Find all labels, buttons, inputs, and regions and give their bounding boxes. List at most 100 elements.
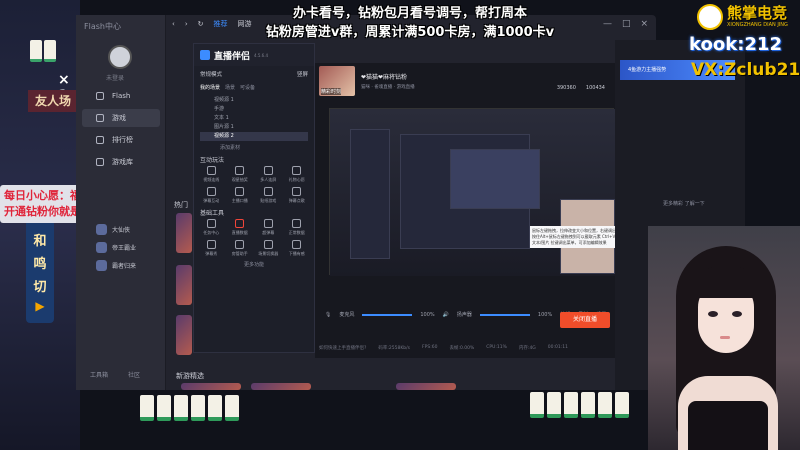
- tool-lottery[interactable]: 观星抽奖: [226, 166, 255, 183]
- tool-task-center[interactable]: 任务中心: [197, 219, 226, 236]
- stop-live-button[interactable]: 关闭直播: [560, 312, 610, 328]
- game-action-panel[interactable]: 和 鸣 切 ▶: [26, 220, 54, 323]
- room-subtitle: 猫咪 · 雀魂直播 · 游戏直播: [361, 84, 415, 90]
- scene-source-list: 视频源 1 手游 文本 1 图片源 1 视频源 2: [200, 96, 308, 141]
- tab-device[interactable]: 可设备: [240, 84, 255, 91]
- avatar[interactable]: [108, 45, 132, 69]
- tool-video-link[interactable]: 视频连线: [197, 166, 226, 183]
- tool-danmaku-show[interactable]: 弹幕秀: [197, 240, 226, 257]
- live-duration: 00:01:11: [547, 345, 569, 350]
- mic-label: 麦克风: [339, 312, 355, 318]
- drag-hint-tooltip: 鼠标左键拖拽，拉伸改变大小和位置，右键调出菜单 按住Alt+鼠标左键拖拽到可以截…: [530, 226, 626, 248]
- switch-icon: [263, 240, 273, 249]
- add-source-button[interactable]: 添加素材: [194, 144, 314, 151]
- shield-icon: [235, 240, 245, 249]
- action-hu[interactable]: 和: [26, 230, 54, 249]
- mode-label[interactable]: 常规模式: [200, 70, 222, 78]
- tool-song-request[interactable]: 弹幕点歌: [283, 187, 312, 204]
- mic-icon[interactable]: 🎙: [325, 312, 331, 318]
- nav-item-library[interactable]: 游戏库: [82, 153, 160, 171]
- room-cover[interactable]: 精彩时刻: [319, 65, 355, 96]
- game-thumbnail[interactable]: [176, 265, 192, 305]
- minimize-icon[interactable]: —: [603, 19, 612, 29]
- list-item[interactable]: 霸者归来: [96, 256, 156, 274]
- game-thumbnail[interactable]: [396, 383, 456, 390]
- game-thumbnail[interactable]: [176, 315, 192, 355]
- tab-recommended[interactable]: 推荐: [214, 19, 228, 29]
- forward-arrow-icon[interactable]: ›: [185, 20, 188, 28]
- action-ming[interactable]: 鸣: [26, 253, 54, 272]
- room-info-bar: 精彩时刻 ❤猫猫❤麻将钻粉 猫咪 · 雀魂直播 · 游戏直播: [315, 63, 615, 98]
- nav-item-ranking[interactable]: 排行榜: [82, 131, 160, 149]
- source-item[interactable]: 文本 1: [200, 114, 308, 123]
- nav-item-flash[interactable]: Flash: [82, 87, 160, 105]
- tool-room-admin[interactable]: 房管助手: [226, 240, 255, 257]
- tab-my-scene[interactable]: 我的场景: [200, 84, 220, 91]
- kook-id: kook:212: [689, 34, 782, 55]
- source-item[interactable]: 视频源 1: [200, 96, 308, 105]
- toolbox-button[interactable]: 工具箱: [90, 370, 108, 379]
- hand-tiles-right[interactable]: [530, 392, 629, 418]
- brand-overlay: 熊掌电竞 XIONGZHANG DIAN JING kook:212 VX:Zc…: [675, 0, 800, 95]
- mahjong-tiles: [30, 40, 56, 62]
- community-button[interactable]: 社区: [128, 370, 140, 379]
- close-icon[interactable]: ×: [640, 19, 648, 29]
- game-icon: [96, 223, 107, 235]
- preview-canvas[interactable]: 鼠标左键拖拽，拉伸改变大小和位置，右键调出菜单 按住Alt+鼠标左键拖拽到可以截…: [329, 108, 626, 276]
- mic-volume-slider[interactable]: [362, 313, 413, 316]
- tab-scene[interactable]: 场景: [225, 84, 235, 91]
- game-thumbnail[interactable]: [251, 383, 311, 390]
- mic-volume-value: 100%: [420, 311, 435, 318]
- promo-note[interactable]: 更多精彩 了解一下: [663, 200, 705, 207]
- help-link[interactable]: 如何快速上手直播伴侣?: [319, 345, 366, 351]
- list-item[interactable]: 大仙侠: [96, 220, 156, 238]
- mode-selector[interactable]: 常规模式 竖屏: [194, 66, 314, 82]
- new-games-label: 新游精选: [176, 372, 204, 380]
- live-assistant-logo-icon: [200, 50, 210, 60]
- source-item[interactable]: 视频源 2: [200, 132, 308, 141]
- back-arrow-icon[interactable]: ‹: [172, 20, 175, 28]
- game-thumbnail[interactable]: [176, 213, 192, 253]
- speaker-volume-slider[interactable]: [479, 313, 530, 316]
- nav-item-games[interactable]: 游戏: [82, 109, 160, 127]
- recent-games-list: 大仙侠 帝王霸业 霸者归来: [96, 220, 156, 274]
- megaphone-icon: [235, 187, 245, 196]
- tool-super-danmaku[interactable]: 超弹幕: [254, 219, 283, 236]
- video-icon: [206, 166, 216, 175]
- source-item[interactable]: 图片源 1: [200, 123, 308, 132]
- tool-live-data[interactable]: 直播数据: [226, 219, 255, 236]
- orientation-toggle[interactable]: 竖屏: [297, 70, 308, 78]
- tool-normal-data[interactable]: 正常数据: [283, 219, 312, 236]
- room-title[interactable]: ❤猫猫❤麻将钻粉: [361, 72, 415, 81]
- stream-caption: 办卡看号，钻粉包月看号调号，帮打周本 钻粉房管进v群，周累计满500卡房，满10…: [240, 4, 580, 42]
- game-icon: [96, 241, 107, 253]
- tool-broadcast[interactable]: 主播口播: [226, 187, 255, 204]
- room-info: ❤猫猫❤麻将钻粉 猫咪 · 雀魂直播 · 游戏直播: [361, 72, 415, 90]
- list-item[interactable]: 帝王霸业: [96, 238, 156, 256]
- play-arrow-icon[interactable]: ▶: [26, 299, 54, 313]
- status-bar: 如何快速上手直播伴侣? 码率:2558Kb/s FPS:60 丢帧:0.00% …: [315, 345, 615, 351]
- maximize-icon[interactable]: □: [622, 19, 631, 29]
- tool-scene-switcher[interactable]: 场景切换器: [254, 240, 283, 257]
- tool-sticker-game[interactable]: 贴纸游戏: [254, 187, 283, 204]
- more-features-link[interactable]: 更多功能: [194, 261, 314, 268]
- hand-tiles[interactable]: [140, 395, 239, 421]
- cpu-usage: CPU:11%: [486, 345, 507, 350]
- source-item[interactable]: 手游: [200, 105, 308, 114]
- tool-multi-screen[interactable]: 多人连屏: [254, 166, 283, 183]
- tool-danmaku[interactable]: 弹幕互动: [197, 187, 226, 204]
- refresh-icon[interactable]: ↻: [198, 20, 204, 28]
- game-thumbnail[interactable]: [181, 383, 241, 390]
- sidebar-footer: 工具箱 社区: [90, 370, 140, 379]
- wechat-id: VX:Zclub212: [691, 60, 800, 80]
- interact-grid: 视频连线 观星抽奖 多人连屏 礼物心愿 弹幕互动 主播口播 贴纸游戏 弹幕点歌: [194, 166, 314, 204]
- assistant-title: 直播伴侣: [214, 51, 251, 62]
- live-preview-panel: 精彩时刻 ❤猫猫❤麻将钻粉 猫咪 · 雀魂直播 · 游戏直播 390360 10…: [315, 63, 626, 358]
- tool-offline-feel[interactable]: 下播有感: [283, 240, 312, 257]
- action-qie[interactable]: 切: [26, 276, 54, 295]
- chat-icon: [206, 187, 216, 196]
- chart-icon: [235, 219, 245, 228]
- speaker-icon[interactable]: 🔊: [443, 312, 449, 318]
- tool-gift-wish[interactable]: 礼物心愿: [283, 166, 312, 183]
- live-assistant-panel: 直播伴侣 4.5.6.4 常规模式 竖屏 我的场景 场景 可设备 视频源 1 手…: [193, 43, 315, 353]
